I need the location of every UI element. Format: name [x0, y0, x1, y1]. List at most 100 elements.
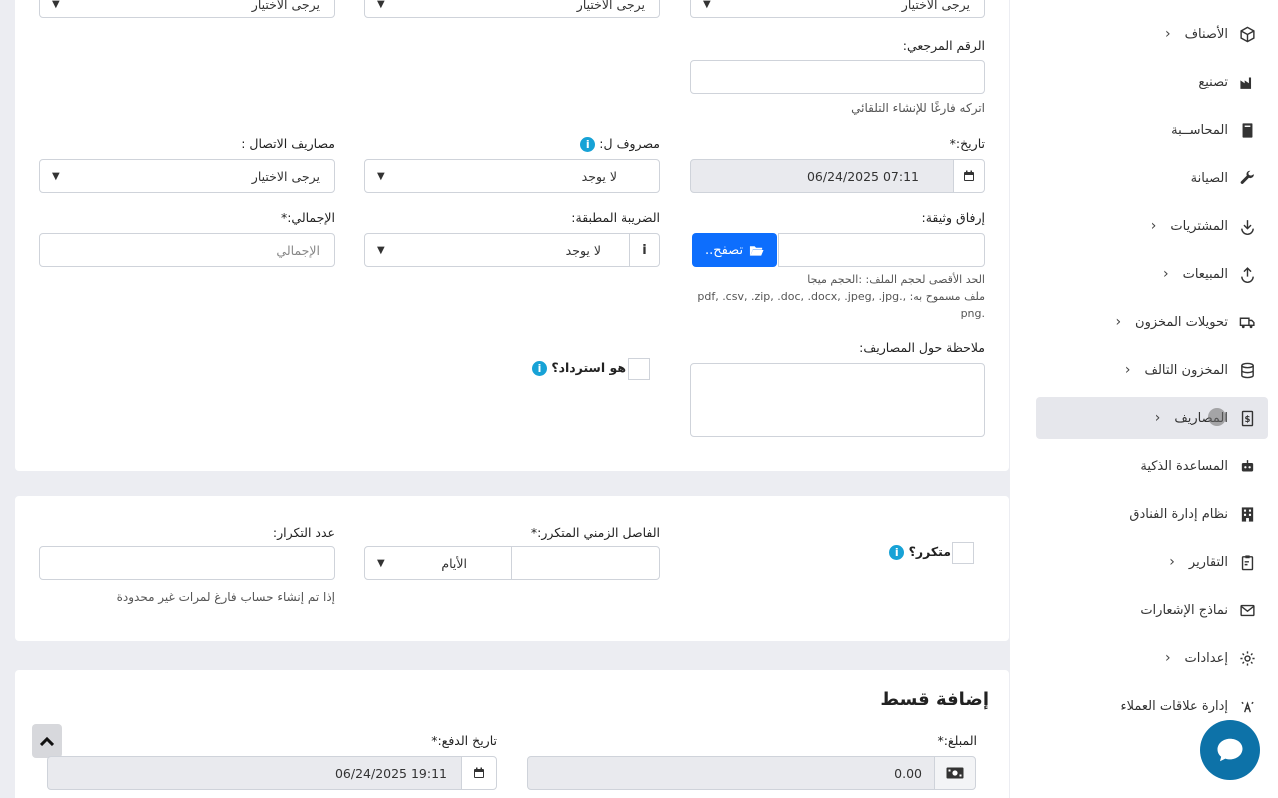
- sidebar-item[interactable]: $ المصاريف ‹: [1036, 397, 1268, 439]
- sidebar-item[interactable]: المبيعات ‹: [1036, 253, 1268, 295]
- money-bill-icon: [946, 767, 964, 779]
- sidebar-item[interactable]: تصنيع: [1036, 61, 1268, 103]
- sidebar-item-label: الصيانة: [1190, 170, 1228, 186]
- wrench-icon: [1238, 169, 1256, 187]
- sidebar-item[interactable]: المشتريات ‹: [1036, 205, 1268, 247]
- sidebar-item-label: تصنيع: [1198, 74, 1228, 90]
- attach-file-input[interactable]: [778, 233, 985, 267]
- collapse-button[interactable]: [32, 724, 62, 758]
- sidebar-item[interactable]: المخزون التالف ‹: [1036, 349, 1268, 391]
- sidebar-item[interactable]: نظام إدارة الفنادق: [1036, 493, 1268, 535]
- repetitions-input[interactable]: [39, 546, 335, 580]
- caret-down-icon: ▼: [703, 0, 711, 10]
- sidebar-item[interactable]: المساعدة الذكية: [1036, 445, 1268, 487]
- tax-select[interactable]: لا يوجد ▼: [364, 233, 630, 267]
- chevron-left-icon: ‹: [1164, 650, 1171, 666]
- chevron-left-icon: ‹: [1164, 26, 1171, 42]
- info-icon[interactable]: i: [580, 137, 596, 152]
- calendar-addon: [953, 159, 985, 193]
- calendar-icon: [964, 170, 974, 181]
- paid-on-label: تاريخ الدفع:*: [431, 733, 497, 748]
- gear-icon: [1238, 649, 1256, 667]
- attach-types-hint-2: .png: [960, 307, 985, 320]
- ref-no-label: الرقم المرجعي:: [902, 38, 985, 53]
- total-label: الإجمالي:*: [280, 210, 335, 225]
- sidebar-item-label: المشتريات: [1170, 218, 1228, 234]
- caret-down-icon: ▼: [52, 0, 60, 10]
- total-input[interactable]: الإجمالي: [39, 233, 335, 267]
- top-select-1[interactable]: يرجى الاختيار ▼: [690, 0, 985, 18]
- sidebar-item-label: المبيعات: [1182, 266, 1228, 282]
- chevron-up-icon: [40, 736, 54, 746]
- attach-label: إرفاق وثيقة:: [921, 210, 986, 225]
- sidebar-item[interactable]: الصيانة: [1036, 157, 1268, 199]
- sidebar-item-label: التقارير: [1188, 554, 1228, 570]
- interval-input[interactable]: [511, 546, 660, 580]
- select-value: الأيام: [441, 555, 467, 571]
- select-value: لا يوجد: [581, 168, 617, 184]
- calendar-icon: [474, 767, 484, 778]
- box-icon: [1238, 25, 1256, 43]
- info-icon[interactable]: i: [531, 361, 547, 376]
- contact-label: مصاريف الاتصال :: [241, 136, 335, 151]
- add-payment-card: إضافة قسط المبلغ:* 0.00 تاريخ الدفع:* 06…: [15, 670, 1009, 798]
- amount-input[interactable]: 0.00: [527, 756, 935, 790]
- select-value: يرجى الاختيار: [251, 168, 320, 184]
- sidebar-item[interactable]: نماذج الإشعارات: [1036, 589, 1268, 631]
- select-value: يرجى الاختيار: [901, 0, 970, 12]
- sidebar-item[interactable]: المحاســبة: [1036, 109, 1268, 151]
- tax-label: الضريبة المطبقة:: [571, 210, 660, 225]
- chat-icon: [1217, 738, 1243, 762]
- refund-checkbox[interactable]: [628, 358, 650, 380]
- chat-widget-button[interactable]: [1200, 720, 1260, 780]
- robot-icon: [1238, 457, 1256, 475]
- top-select-3[interactable]: يرجى الاختيار ▼: [39, 0, 335, 18]
- attach-types-hint: ملف مسموح به: ,.pdf, .csv, .zip, .doc, .…: [697, 290, 985, 303]
- caret-down-icon: ▼: [377, 170, 385, 182]
- sidebar: الأصناف ‹ تصنيع المحاســبة الصيانة المشتريات ‹…: [1010, 0, 1278, 798]
- database-icon: [1238, 361, 1256, 379]
- chevron-left-icon: ‹: [1169, 554, 1175, 570]
- expense-form-card: يرجى الاختيار ▼ يرجى الاختيار ▼ يرجى الا…: [15, 0, 1009, 471]
- sidebar-item[interactable]: الأصناف ‹: [1036, 13, 1268, 55]
- caret-down-icon: ▼: [377, 557, 385, 569]
- tax-info-addon[interactable]: i: [629, 233, 660, 267]
- truck-icon: [1238, 313, 1256, 331]
- envelope-icon: [1238, 601, 1256, 619]
- info-icon: i: [642, 242, 647, 258]
- expense-for-label: مصروف ل: i: [580, 136, 660, 152]
- recurring-label: متكرر؟ i: [889, 544, 951, 560]
- date-input[interactable]: 06/24/2025 07:11: [690, 159, 954, 193]
- clipboard-icon: [1238, 553, 1256, 571]
- sidebar-item-label: نماذج الإشعارات: [1140, 602, 1228, 618]
- expense-for-select[interactable]: لا يوجد ▼: [364, 159, 660, 193]
- top-select-2[interactable]: يرجى الاختيار ▼: [364, 0, 660, 18]
- building-icon: [1238, 505, 1256, 523]
- info-icon[interactable]: i: [889, 545, 905, 560]
- browse-button[interactable]: تصفح..: [692, 233, 777, 267]
- chevron-left-icon: ‹: [1115, 314, 1122, 330]
- recurring-checkbox[interactable]: [952, 542, 974, 564]
- attach-size-hint: الحد الأقصى لحجم الملف: :الحجم ميجا: [807, 273, 985, 286]
- note-textarea[interactable]: [690, 363, 985, 437]
- repetitions-label: عدد التكرار:: [272, 525, 335, 540]
- sidebar-item-label: تحويلات المخزون: [1135, 314, 1228, 330]
- chevron-left-icon: ‹: [1154, 410, 1161, 426]
- interval-unit-select[interactable]: الأيام ▼: [364, 546, 512, 580]
- sidebar-item[interactable]: إعدادات ‹: [1036, 637, 1268, 679]
- select-value: يرجى الاختيار: [251, 0, 320, 12]
- select-value: لا يوجد: [565, 242, 601, 258]
- paid-on-input[interactable]: 06/24/2025 19:11: [47, 756, 462, 790]
- sidebar-item[interactable]: التقارير ‹: [1036, 541, 1268, 583]
- crm-icon: [1238, 697, 1256, 715]
- calendar-addon: [461, 756, 497, 790]
- money-addon: [934, 756, 976, 790]
- sidebar-item-label: الأصناف: [1184, 26, 1228, 42]
- sidebar-item[interactable]: تحويلات المخزون ‹: [1036, 301, 1268, 343]
- sidebar-item-label: المحاســبة: [1171, 122, 1228, 138]
- contact-select[interactable]: يرجى الاختيار ▼: [39, 159, 335, 193]
- sidebar-item-label: المخزون التالف: [1144, 362, 1228, 378]
- upload-icon: [1238, 265, 1256, 283]
- ref-no-input[interactable]: [690, 60, 985, 94]
- svg-text:$: $: [1244, 415, 1250, 425]
